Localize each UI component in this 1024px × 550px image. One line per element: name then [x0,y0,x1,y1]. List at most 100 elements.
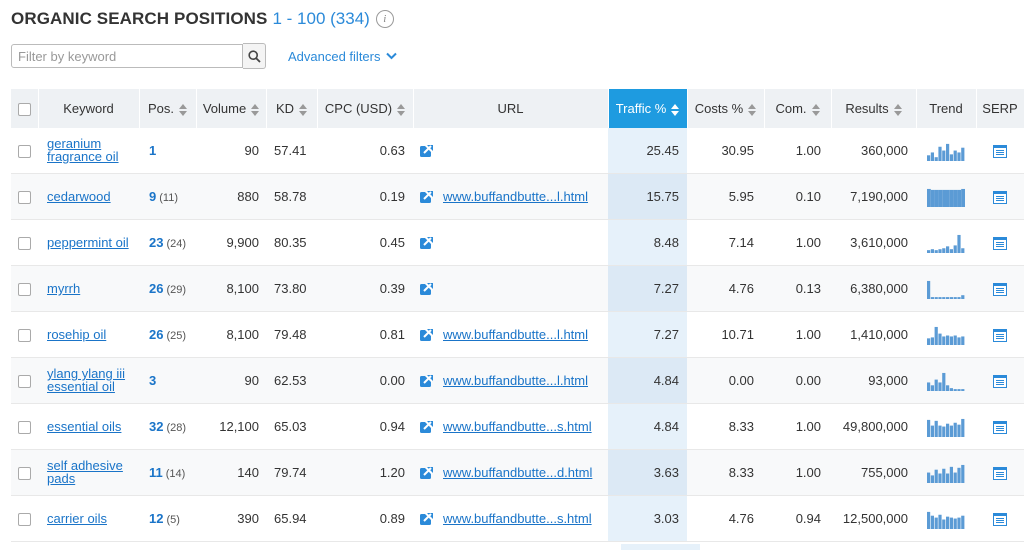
trend-bar [934,420,938,437]
position-cell: 26 (29) [139,265,196,312]
positions-table-wrap: Keyword Pos. Volume KD CPC (USD) URL Tra… [11,89,1024,542]
serp-icon[interactable] [993,375,1007,389]
results-cell: 1,410,000 [831,311,916,358]
trend-bar [934,189,939,207]
trend-cell [916,403,976,450]
external-link-icon[interactable] [419,190,433,204]
keyword-filter-input[interactable] [11,44,243,68]
serp-icon[interactable] [993,329,1007,343]
column-header-costs[interactable]: Costs % [687,89,765,128]
url-link[interactable]: www.buffandbutte...l.html [443,327,588,342]
external-link-icon[interactable] [419,466,433,480]
kd-cell: 79.48 [266,311,317,358]
column-header-cpc[interactable]: CPC (USD) [317,89,414,128]
serp-cell [976,357,1024,404]
cpc-cell: 0.63 [317,128,413,174]
row-checkbox[interactable] [18,329,31,343]
url-link[interactable]: www.buffandbutte...l.html [443,189,588,204]
page-header: ORGANIC SEARCH POSITIONS 1 - 100 (334) i [11,7,394,31]
url-cell: www.buffandbutte...s.html [413,403,608,450]
serp-icon[interactable] [993,513,1007,527]
external-link-icon[interactable] [419,374,433,388]
serp-cell [976,403,1024,450]
trend-bar [961,388,965,391]
serp-icon[interactable] [993,145,1007,159]
trend-bar [938,248,942,253]
row-checkbox[interactable] [18,283,31,297]
results-cell: 49,800,000 [831,403,916,450]
trend-bar [961,188,965,207]
keyword-link[interactable]: ylang ylang iii essential oil [47,367,139,393]
serp-icon[interactable] [993,191,1007,205]
search-button[interactable] [243,43,266,69]
external-link-icon[interactable] [419,328,433,342]
row-checkbox[interactable] [18,375,31,389]
column-header-com[interactable]: Com. [764,89,832,128]
row-checkbox[interactable] [18,237,31,251]
competition-cell: 1.00 [764,311,831,358]
external-link-icon[interactable] [419,144,433,158]
trend-sparkline [927,234,965,253]
competition-cell: 0.94 [764,495,831,542]
trend-cell [916,173,976,220]
serp-icon[interactable] [993,467,1007,481]
sort-icon [397,103,406,116]
column-header-volume[interactable]: Volume [196,89,267,128]
keyword-link[interactable]: geranium fragrance oil [47,137,139,163]
column-header-kd[interactable]: KD [266,89,318,128]
row-checkbox[interactable] [18,421,31,435]
info-icon[interactable]: i [375,10,394,28]
position-cell: 26 (25) [139,311,196,358]
serp-icon[interactable] [993,237,1007,251]
row-checkbox[interactable] [18,467,31,481]
keyword-link[interactable]: rosehip oil [47,328,106,341]
row-checkbox[interactable] [18,145,31,159]
external-link-icon[interactable] [419,236,433,250]
table-row: self adhesive pads 11 (14) 140 79.74 1.20 www.… [11,449,1024,496]
keyword-cell: self adhesive pads [38,449,139,496]
competition-cell: 1.00 [764,219,831,266]
url-link[interactable]: www.buffandbutte...l.html [443,373,588,388]
trend-bar [946,189,950,207]
advanced-filters-label: Advanced filters [288,48,381,64]
url-link[interactable]: www.buffandbutte...s.html [443,511,592,526]
trend-cell [916,357,976,404]
external-link-icon[interactable] [419,420,433,434]
kd-cell: 79.74 [266,449,317,496]
cpc-cell: 0.89 [317,495,413,542]
keyword-link[interactable]: cedarwood [47,190,111,203]
row-checkbox[interactable] [18,513,31,527]
sort-icon [251,103,260,116]
url-link[interactable]: www.buffandbutte...s.html [443,419,592,434]
serp-cell [976,265,1024,312]
row-checkbox[interactable] [18,191,31,205]
url-link[interactable]: www.buffandbutte...d.html [443,465,592,480]
keyword-link[interactable]: self adhesive pads [47,459,139,485]
select-all-checkbox[interactable] [17,103,31,117]
position-cell: 3 [139,357,196,404]
keyword-link[interactable]: peppermint oil [47,236,129,249]
keyword-link[interactable]: myrrh [47,282,80,295]
previous-position: (29) [166,284,187,296]
keyword-link[interactable]: essential oils [47,420,121,433]
cpc-cell: 0.19 [317,173,413,220]
keyword-link[interactable]: carrier oils [47,512,107,525]
column-header-results[interactable]: Results [831,89,917,128]
external-link-icon[interactable] [419,282,433,296]
select-all-header [11,89,39,128]
volume-cell: 880 [196,173,266,220]
serp-cell [976,219,1024,266]
column-header-traffic[interactable]: Traffic % [608,89,688,128]
column-header-keyword[interactable]: Keyword [38,89,140,128]
cpc-cell: 1.20 [317,449,413,496]
advanced-filters-toggle[interactable]: Advanced filters [288,49,397,64]
trend-bar [946,516,950,529]
position-value: 32 [149,419,164,434]
trend-bar [949,466,953,483]
column-header-pos[interactable]: Pos. [139,89,197,128]
serp-icon[interactable] [993,421,1007,435]
cpc-cell: 0.00 [317,357,413,404]
external-link-icon[interactable] [419,512,433,526]
trend-bar [930,515,934,529]
serp-icon[interactable] [993,283,1007,297]
